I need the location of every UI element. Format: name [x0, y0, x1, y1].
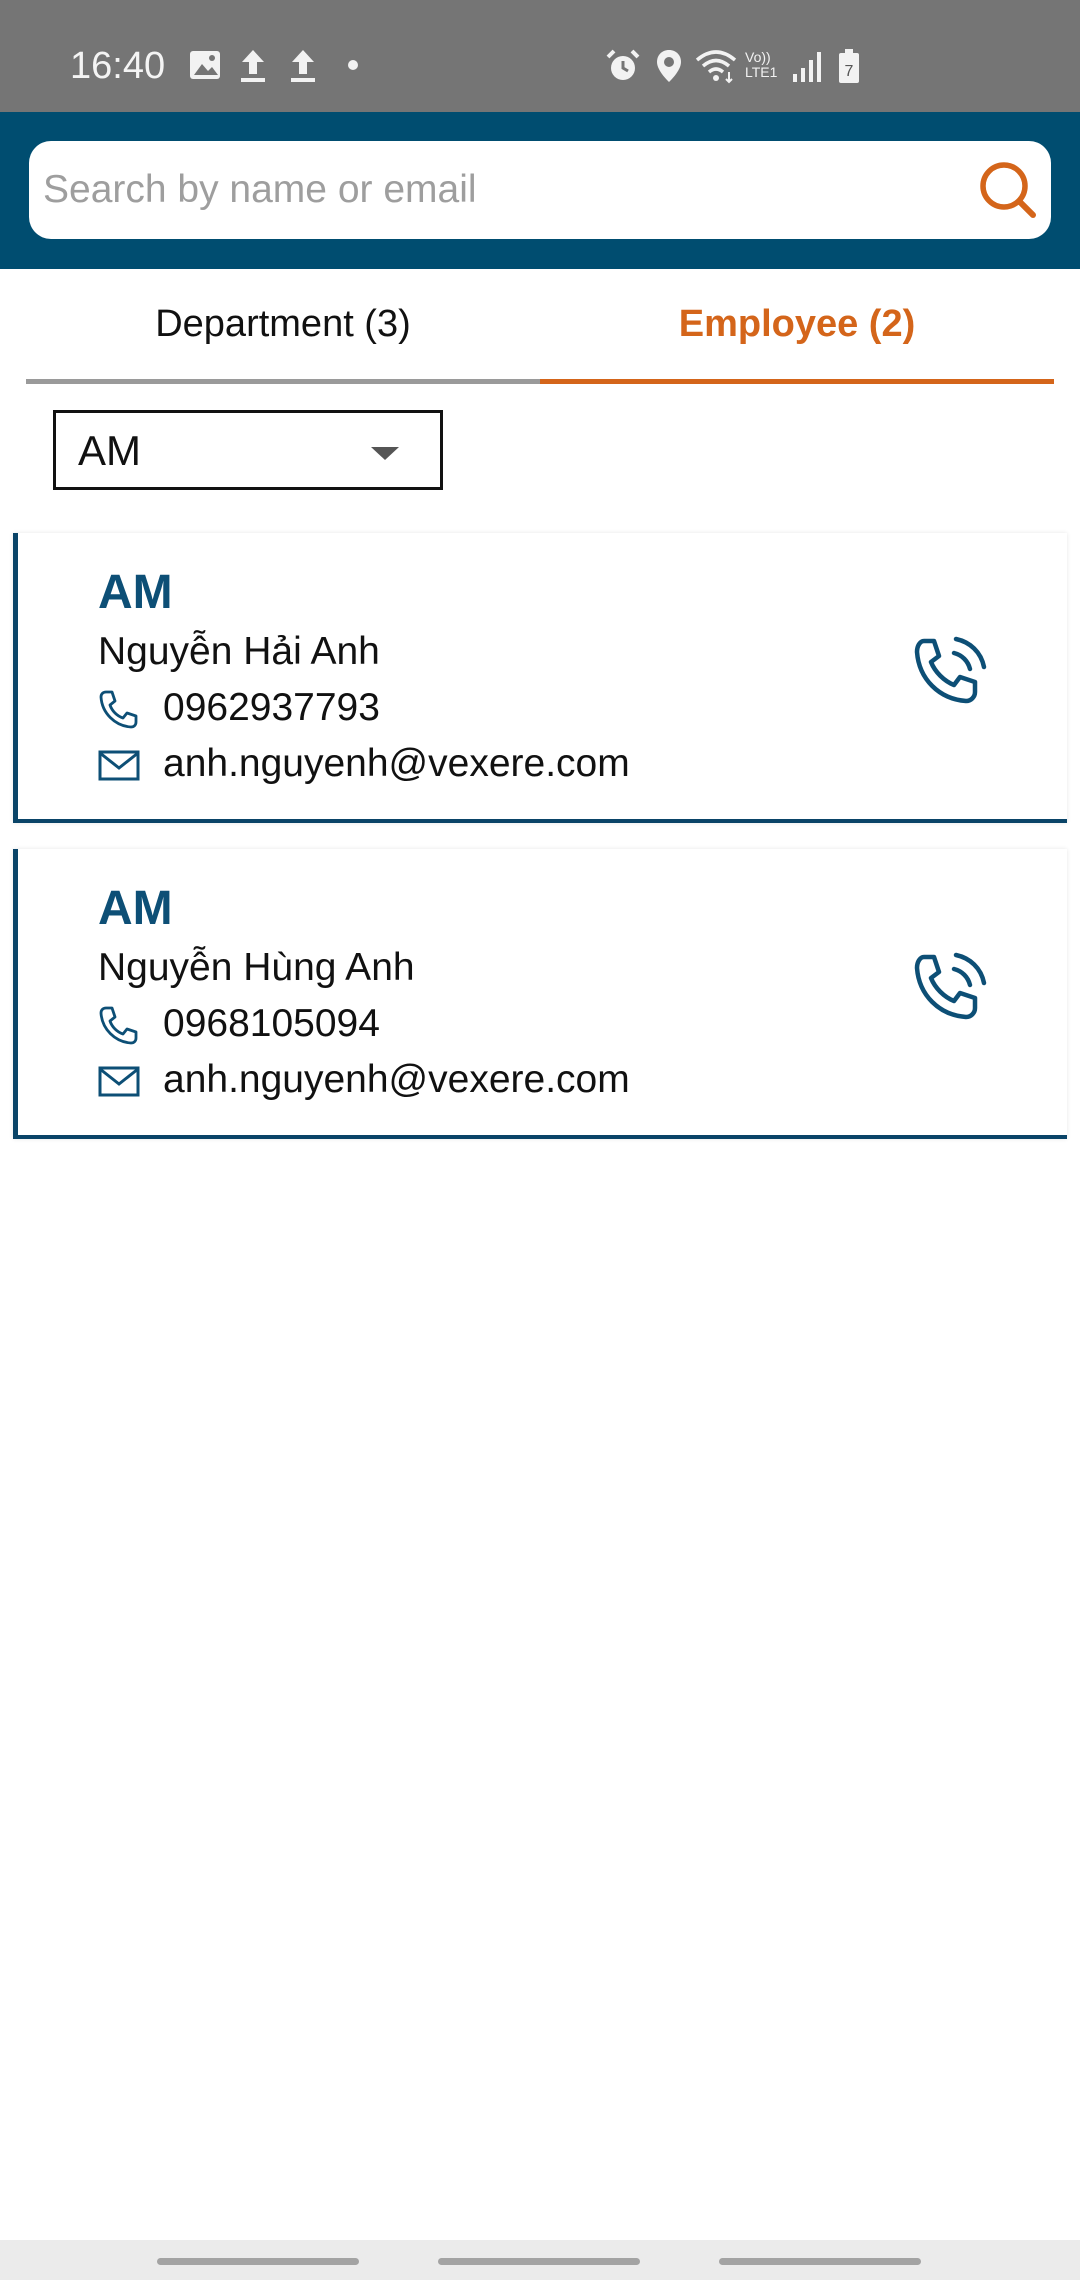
dot-icon: [348, 60, 358, 96]
employee-email: anh.nguyenh@vexere.com: [163, 742, 630, 785]
employee-card[interactable]: AM Nguyễn Hùng Anh 0968105094 anh.nguyen…: [13, 849, 1067, 1139]
volte-label: Vo)): [745, 49, 771, 65]
search-icon[interactable]: [977, 159, 1039, 221]
tab-bar: Department (3) Employee (2): [26, 269, 1054, 384]
nav-recents-button[interactable]: [157, 2258, 359, 2265]
header: [0, 112, 1080, 269]
employee-name: Nguyễn Hải Anh: [98, 630, 380, 673]
volte-icon: Vo)) LTE1: [745, 50, 777, 86]
tab-department-label: Department (3): [155, 303, 411, 345]
call-button[interactable]: [906, 629, 990, 713]
phone-icon: [98, 1005, 140, 1045]
employee-name: Nguyễn Hùng Anh: [98, 946, 415, 989]
employee-department: AM: [98, 882, 173, 935]
alarm-icon: [605, 48, 641, 84]
location-icon: [655, 48, 683, 84]
dropdown-selected-value: AM: [78, 427, 141, 474]
nav-back-button[interactable]: [719, 2258, 921, 2265]
employee-phone: 0968105094: [163, 1002, 380, 1045]
mail-icon: [98, 1061, 140, 1101]
caret-down-icon: [371, 447, 399, 460]
search-box[interactable]: [29, 141, 1051, 239]
upload-icon: [238, 48, 268, 84]
wifi-icon: [695, 48, 737, 84]
employee-phone: 0962937793: [163, 686, 380, 729]
nav-home-button[interactable]: [438, 2258, 640, 2265]
mail-icon: [98, 745, 140, 785]
employee-department: AM: [98, 566, 173, 619]
signal-icon: [792, 48, 822, 84]
status-bar: 16:40 Vo)) LTE1 7: [0, 0, 1080, 112]
call-button[interactable]: [906, 945, 990, 1029]
battery-level: 7: [845, 63, 854, 80]
image-icon: [188, 48, 222, 84]
status-time: 16:40: [70, 45, 166, 87]
employee-card[interactable]: AM Nguyễn Hải Anh 0962937793 anh.nguyenh…: [13, 533, 1067, 823]
department-filter-dropdown[interactable]: AM: [53, 410, 443, 490]
system-nav-bar: [0, 2240, 1080, 2280]
employee-email: anh.nguyenh@vexere.com: [163, 1058, 630, 1101]
tab-employee-label: Employee (2): [678, 303, 916, 345]
upload-icon: [288, 48, 318, 84]
tab-department[interactable]: Department (3): [26, 269, 540, 384]
phone-icon: [98, 689, 140, 729]
battery-icon: 7: [838, 48, 860, 84]
tab-employee[interactable]: Employee (2): [540, 269, 1054, 384]
search-input[interactable]: [43, 141, 963, 239]
lte-label: LTE1: [745, 64, 778, 80]
